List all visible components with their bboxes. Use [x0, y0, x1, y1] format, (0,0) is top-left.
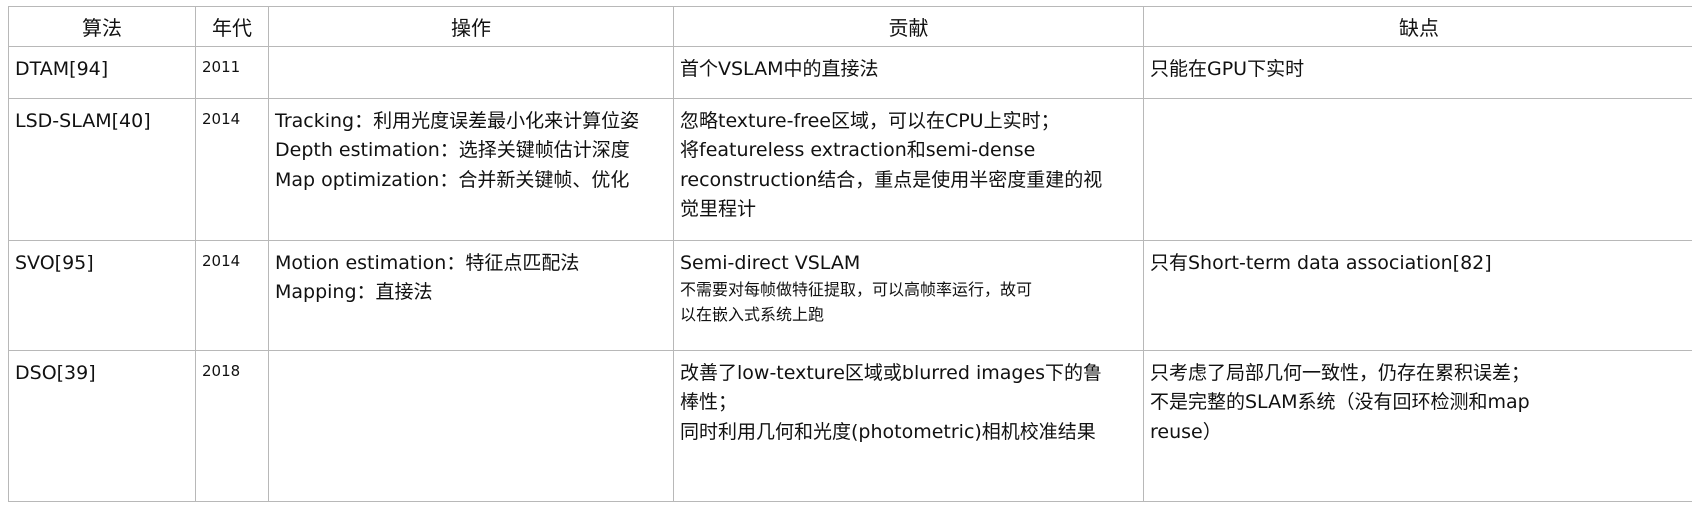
operation-line: Map optimization：合并新关键帧、优化 — [275, 168, 630, 191]
algorithm-name: DTAM[94] — [15, 58, 109, 80]
contribution-line: 同时利用几何和光度(photometric)相机校准结果 — [680, 420, 1096, 443]
drawbacks-cell: 只能在GPU下实时 — [1143, 46, 1692, 99]
drawbacks-cell: 只考虑了局部几何一致性，仍存在累积误差； 不是完整的SLAM系统（没有回环检测和… — [1143, 350, 1692, 502]
year-cell: 2018 — [195, 350, 269, 502]
algorithm-name: DSO[39] — [15, 362, 96, 384]
algorithm-name: LSD-SLAM[40] — [15, 110, 151, 132]
algorithm-name: SVO[95] — [15, 252, 94, 274]
contribution-line: 棒性； — [680, 391, 738, 414]
algorithm-cell: LSD-SLAM[40] — [8, 98, 196, 241]
drawback-line: 只考虑了局部几何一致性，仍存在累积误差； — [1150, 362, 1531, 384]
contribution-line: 不需要对每帧做特征提取，可以高帧率运行，故可 — [680, 280, 1033, 300]
year-cell: 2014 — [195, 240, 269, 351]
contribution-line: 首个VSLAM中的直接法 — [680, 58, 879, 80]
comparison-table-container: 算法 年代 操作 贡献 缺点 DTAM[94] 2011 首个VSLAM中的直接… — [8, 6, 1692, 502]
year-value: 2018 — [202, 362, 241, 380]
contribution-line: 以在嵌入式系统上跑 — [680, 305, 825, 325]
operations-cell: Motion estimation：特征点匹配法 Mapping：直接法 — [268, 240, 674, 351]
contribution-line: 改善了low-texture区域或blurred images下的鲁 — [680, 362, 1103, 384]
operations-cell — [268, 350, 674, 502]
table-row: DSO[39] 2018 改善了low-texture区域或blurred im… — [8, 350, 1692, 502]
contributions-cell: 改善了low-texture区域或blurred images下的鲁 棒性； 同… — [673, 350, 1144, 502]
contributions-cell: 首个VSLAM中的直接法 — [673, 46, 1144, 99]
drawbacks-cell: 只有Short-term data association[82] — [1143, 240, 1692, 351]
contributions-cell: 忽略texture-free区域，可以在CPU上实时； 将featureless… — [673, 98, 1144, 241]
table-row: DTAM[94] 2011 首个VSLAM中的直接法 只能在GPU下实时 — [8, 46, 1692, 99]
operations-cell — [268, 46, 674, 99]
algorithm-cell: SVO[95] — [8, 240, 196, 351]
drawbacks-cell — [1143, 98, 1692, 241]
year-value: 2014 — [202, 110, 241, 128]
operations-cell: Tracking：利用光度误差最小化来计算位姿 Depth estimation… — [268, 98, 674, 241]
contribution-line: Semi-direct VSLAM — [680, 252, 861, 274]
table-row: LSD-SLAM[40] 2014 Tracking：利用光度误差最小化来计算位… — [8, 98, 1692, 241]
drawback-line: 只能在GPU下实时 — [1150, 58, 1305, 80]
contribution-line: 忽略texture-free区域，可以在CPU上实时； — [680, 110, 1060, 132]
header-drawbacks: 缺点 — [1143, 6, 1692, 47]
drawback-line: reuse） — [1150, 420, 1222, 443]
table-row: SVO[95] 2014 Motion estimation：特征点匹配法 Ma… — [8, 240, 1692, 351]
contribution-line: 将featureless extraction和semi-dense — [680, 139, 1036, 162]
drawback-line: 只有Short-term data association[82] — [1150, 252, 1492, 274]
header-contributions: 贡献 — [673, 6, 1144, 47]
year-value: 2011 — [202, 58, 241, 76]
operation-line: Depth estimation：选择关键帧估计深度 — [275, 139, 630, 162]
operation-line: Tracking：利用光度误差最小化来计算位姿 — [275, 110, 640, 132]
year-value: 2014 — [202, 252, 241, 270]
header-algorithm: 算法 — [8, 6, 196, 47]
drawback-line: 不是完整的SLAM系统（没有回环检测和map — [1150, 391, 1530, 414]
contribution-line: reconstruction结合，重点是使用半密度重建的视 — [680, 168, 1103, 191]
operation-line: Mapping：直接法 — [275, 281, 433, 304]
year-cell: 2014 — [195, 98, 269, 241]
contributions-cell: Semi-direct VSLAM 不需要对每帧做特征提取，可以高帧率运行，故可… — [673, 240, 1144, 351]
header-row: 算法 年代 操作 贡献 缺点 — [8, 6, 1692, 47]
year-cell: 2011 — [195, 46, 269, 99]
vslam-comparison-table: 算法 年代 操作 贡献 缺点 DTAM[94] 2011 首个VSLAM中的直接… — [8, 6, 1692, 502]
header-operations: 操作 — [268, 6, 674, 47]
algorithm-cell: DTAM[94] — [8, 46, 196, 99]
operation-line: Motion estimation：特征点匹配法 — [275, 252, 580, 274]
contribution-line: 觉里程计 — [680, 198, 757, 221]
header-year: 年代 — [195, 6, 269, 47]
algorithm-cell: DSO[39] — [8, 350, 196, 502]
